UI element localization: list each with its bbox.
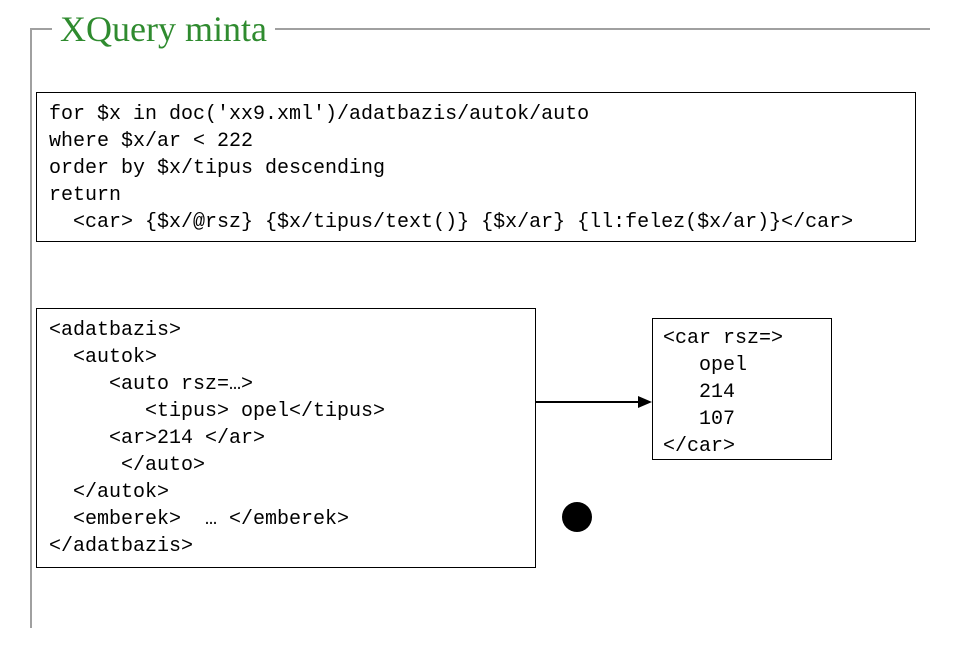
input-xml-box: <adatbazis> <autok> <auto rsz=…> <tipus>… [36,308,536,568]
input-xml-code: <adatbazis> <autok> <auto rsz=…> <tipus>… [49,317,523,560]
xquery-code: for $x in doc('xx9.xml')/adatbazis/autok… [49,101,903,236]
xquery-code-box: for $x in doc('xx9.xml')/adatbazis/autok… [36,92,916,242]
output-xml-code: <car rsz=> opel 214 107 </car> [663,325,821,460]
title-wrap: XQuery minta [52,8,275,50]
output-xml-box: <car rsz=> opel 214 107 </car> [652,318,832,460]
page-title: XQuery minta [60,8,267,50]
slide-frame: XQuery minta for $x in doc('xx9.xml')/ad… [30,28,930,628]
dot-icon [562,502,592,532]
arrow-icon [536,396,652,408]
